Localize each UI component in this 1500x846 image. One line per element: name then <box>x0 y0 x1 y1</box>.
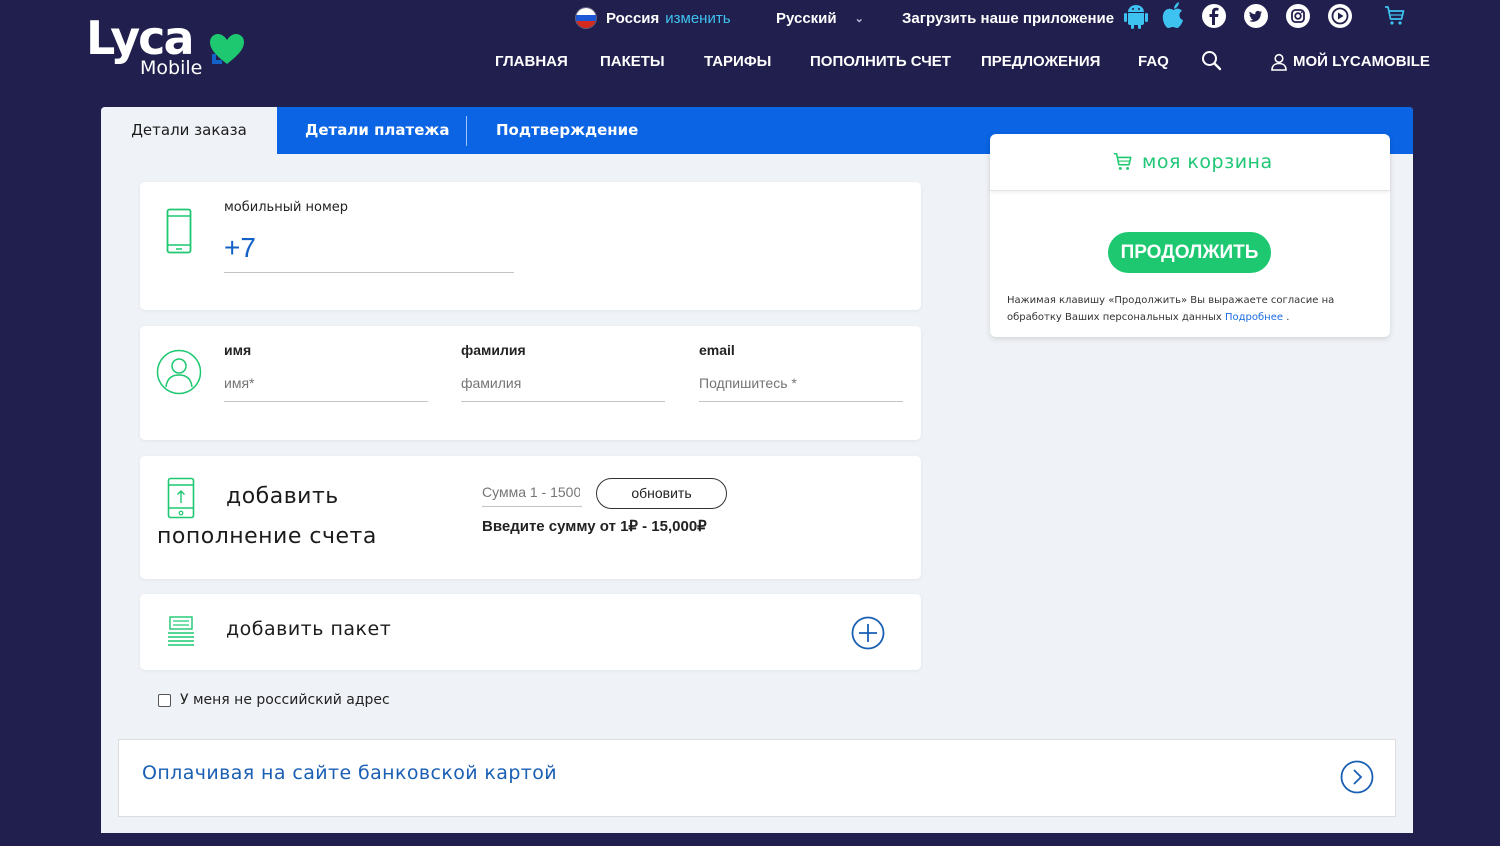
first-name-underline <box>224 401 428 402</box>
instagram-icon[interactable] <box>1284 2 1312 30</box>
package-stack-icon <box>168 616 194 646</box>
plus-circle-icon[interactable] <box>851 616 885 650</box>
more-details-link[interactable]: Подробнее <box>1225 312 1283 323</box>
my-account-label: МОЙ LYCAMOBILE <box>1293 53 1430 70</box>
nav-tariffs[interactable]: ТАРИФЫ <box>704 48 771 76</box>
phone-panel: мобильный номер +7 <box>140 182 921 310</box>
tab-payment-details[interactable]: Детали платежа <box>305 107 449 154</box>
chevron-right-circle-icon[interactable] <box>1340 760 1374 794</box>
heart-icon <box>210 34 244 64</box>
email-label: email <box>699 342 735 358</box>
nav-faq[interactable]: FAQ <box>1138 48 1169 76</box>
lyca-logo[interactable]: Lyca Mobile <box>86 12 256 82</box>
non-russian-address-checkbox[interactable] <box>158 694 171 707</box>
mobile-phone-icon <box>166 208 192 254</box>
last-name-input[interactable] <box>461 375 661 391</box>
apple-icon[interactable] <box>1160 2 1188 30</box>
user-icon <box>1271 53 1287 71</box>
cart-header: моя корзина <box>990 134 1390 191</box>
phone-topup-icon <box>167 477 195 519</box>
mobile-number-label: мобильный номер <box>224 200 349 215</box>
personal-info-panel: имя фамилия email <box>140 326 921 440</box>
topup-title-line2: пополнение счета <box>157 524 377 549</box>
russia-flag-icon <box>576 8 596 28</box>
tab-order-details[interactable]: Детали заказа <box>101 107 277 154</box>
consent-end: . <box>1286 312 1290 323</box>
update-amount-button[interactable]: обновить <box>596 478 727 509</box>
play-icon[interactable] <box>1326 2 1354 30</box>
site-header: Lyca Mobile Россия изменить Русский ⌄ За… <box>0 0 1500 96</box>
logo-subtext: Mobile <box>140 57 203 79</box>
topup-amount-underline <box>482 506 582 507</box>
topup-panel: добавить пополнение счета обновить Введи… <box>140 456 921 579</box>
first-name-label: имя <box>224 342 252 358</box>
card-payment-panel[interactable]: Оплачивая на сайте банковской картой <box>118 739 1396 817</box>
topup-hint: Введите сумму от 1₽ - 15,000₽ <box>482 518 707 535</box>
cart-icon <box>1113 152 1132 170</box>
user-avatar-icon <box>156 349 202 395</box>
cart-icon[interactable] <box>1381 2 1409 30</box>
cart-panel: моя корзина ПРОДОЛЖИТЬ Нажимая клавишу «… <box>990 134 1390 337</box>
consent-text: Нажимая клавишу «Продолжить» Вы выражает… <box>1007 292 1377 326</box>
change-country-link[interactable]: изменить <box>665 10 730 27</box>
nav-packages[interactable]: ПАКЕТЫ <box>600 48 665 76</box>
search-icon[interactable] <box>1201 50 1223 82</box>
my-account-link[interactable]: МОЙ LYCAMOBILE <box>1270 48 1430 76</box>
download-app-label: Загрузить наше приложение <box>902 9 1115 27</box>
topup-title-line1: добавить <box>226 484 339 509</box>
mobile-number-input[interactable]: +7 <box>224 232 256 264</box>
email-underline <box>699 401 903 402</box>
tab-confirmation[interactable]: Подтверждение <box>496 107 638 154</box>
card-payment-title: Оплачивая на сайте банковской картой <box>142 762 558 784</box>
topup-amount-input[interactable] <box>482 484 580 500</box>
language-label: Русский <box>776 9 837 27</box>
chevron-down-icon: ⌄ <box>854 12 864 25</box>
twitter-icon[interactable] <box>1242 2 1270 30</box>
add-package-panel[interactable]: добавить пакет <box>140 594 921 670</box>
email-input[interactable] <box>699 375 899 391</box>
last-name-label: фамилия <box>461 342 526 358</box>
country-name: Россия <box>606 9 660 27</box>
last-name-underline <box>461 401 665 402</box>
language-selector[interactable]: Русский ⌄ <box>776 4 864 32</box>
phone-input-underline <box>224 272 514 273</box>
nav-home[interactable]: ГЛАВНАЯ <box>495 48 568 76</box>
country-selector[interactable]: Россия изменить <box>576 4 731 32</box>
tab-divider <box>466 116 467 146</box>
download-app-text: Загрузить наше приложение <box>902 4 1114 32</box>
nav-topup[interactable]: ПОПОЛНИТЬ СЧЕТ <box>810 48 951 76</box>
cart-title: моя корзина <box>1142 151 1273 173</box>
facebook-icon[interactable] <box>1200 2 1228 30</box>
nav-offers[interactable]: ПРЕДЛОЖЕНИЯ <box>981 48 1100 76</box>
add-package-title: добавить пакет <box>226 618 392 640</box>
android-icon[interactable] <box>1122 2 1150 30</box>
first-name-input[interactable] <box>224 375 424 391</box>
non-russian-address-label[interactable]: У меня не российский адрес <box>180 692 390 708</box>
continue-button[interactable]: ПРОДОЛЖИТЬ <box>1108 232 1271 273</box>
